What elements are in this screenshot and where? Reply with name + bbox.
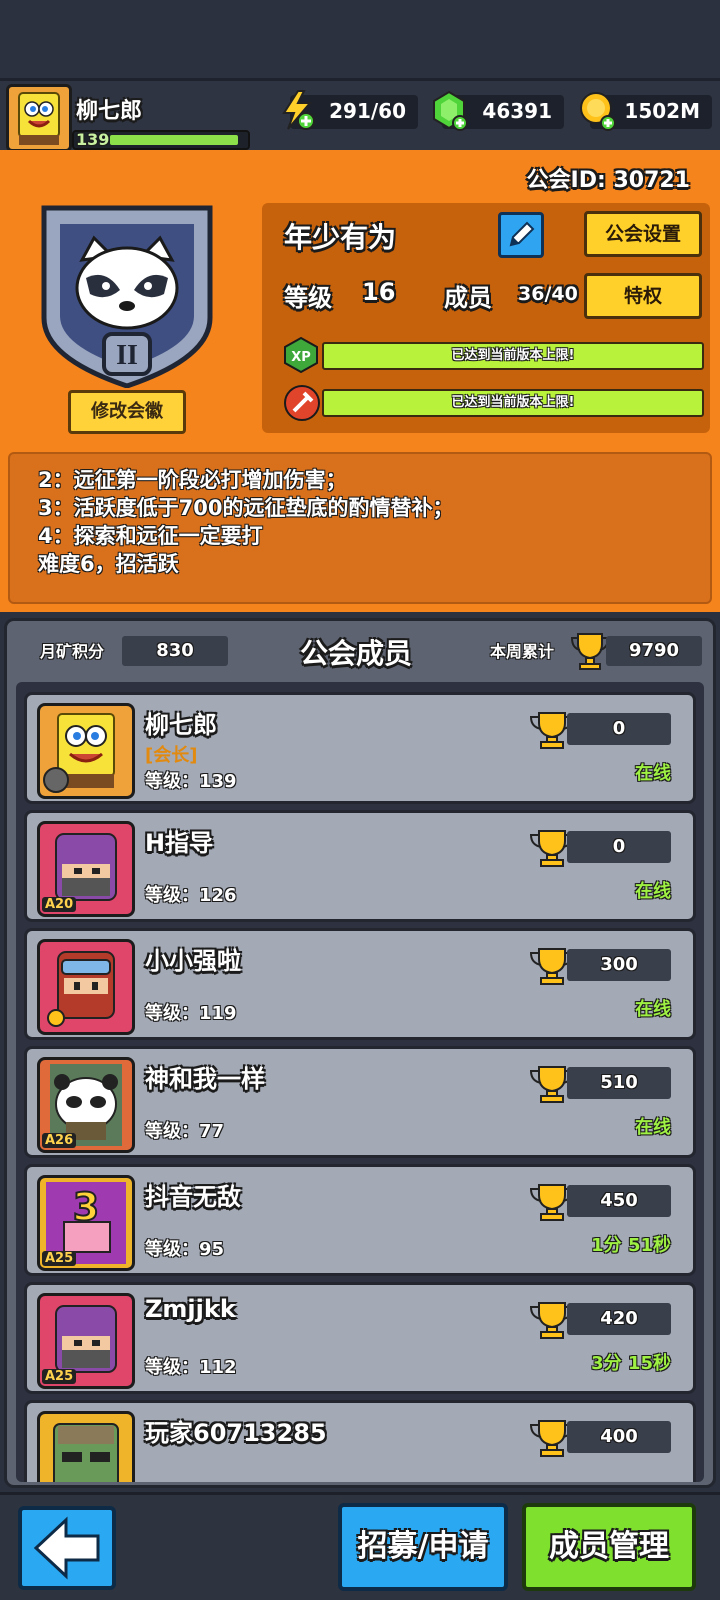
member-status: 在线 <box>635 881 671 902</box>
member-level: 等级：77 <box>145 1121 225 1142</box>
member-level: 等级：126 <box>145 885 237 906</box>
member-row[interactable]: A25 Zmjjkk 等级：112 420 3分 15秒 <box>24 1282 696 1394</box>
build-hammer-icon <box>282 383 322 423</box>
xp-badge-icon: XP <box>282 336 320 374</box>
member-level: 等级：95 <box>145 1239 225 1260</box>
back-arrow-icon <box>33 1516 100 1580</box>
member-rank-badge: A25 <box>42 1369 77 1384</box>
svg-text:XP: XP <box>291 350 311 365</box>
notice-line: 4：探索和远征一定要打 <box>38 524 263 548</box>
monthly-mine-points-label: 月矿积分 <box>40 642 105 661</box>
back-button[interactable] <box>18 1506 116 1590</box>
guild-xp-bar: 已达到当前版本上限! <box>322 342 704 370</box>
player-level-bar: 139 <box>72 130 250 150</box>
member-row[interactable]: 小小强啦 等级：119 300 在线 <box>24 928 696 1040</box>
recruit-apply-button[interactable]: 招募/申请 <box>338 1503 508 1591</box>
guild-members-label: 成员 <box>444 284 492 312</box>
guild-build-bar: 已达到当前版本上限! <box>322 389 704 417</box>
member-score: 300 <box>567 949 671 981</box>
player-xp-fill <box>110 135 238 145</box>
member-rank-badge: A20 <box>42 897 77 912</box>
member-avatar: A25 <box>37 1293 135 1389</box>
member-row[interactable]: A26 神和我一样 等级：77 510 在线 <box>24 1046 696 1158</box>
gems-counter[interactable]: 46391 <box>433 90 564 131</box>
player-name: 柳七郎 <box>76 99 143 124</box>
notice-line: 2：远征第一阶段必打增加伤害； <box>38 468 347 492</box>
gem-plus-icon <box>433 90 468 131</box>
member-row[interactable]: A20 H指导 等级：126 0 在线 <box>24 810 696 922</box>
member-rank-badge: A25 <box>42 1251 77 1266</box>
member-rank-badge: A26 <box>42 1133 77 1148</box>
member-avatar: A26 <box>37 1057 135 1153</box>
member-score: 420 <box>567 1303 671 1335</box>
notice-line: 3：活跃度低于700的远征垫底的酌情替补； <box>38 496 454 520</box>
member-avatar <box>37 939 135 1035</box>
member-score: 0 <box>567 713 671 745</box>
guild-notice: 2：远征第一阶段必打增加伤害； 3：活跃度低于700的远征垫底的酌情替补； 4：… <box>8 452 712 604</box>
member-level: 等级：139 <box>145 771 237 792</box>
member-avatar: 3 A25 <box>37 1175 135 1271</box>
member-score: 510 <box>567 1067 671 1099</box>
member-name: 小小强啦 <box>145 947 241 975</box>
energy-value: 291/60 <box>329 99 406 123</box>
gems-value: 46391 <box>482 99 552 123</box>
raccoon-shield-icon: II <box>41 205 213 389</box>
member-row[interactable]: 3 A25 抖音无敌 等级：95 450 1分 51秒 <box>24 1164 696 1276</box>
member-name: 抖音无敌 <box>145 1183 241 1211</box>
svg-text:II: II <box>116 340 138 371</box>
member-name: 玩家60713285 <box>145 1419 327 1447</box>
member-level: 等级：112 <box>145 1357 237 1378</box>
privilege-button[interactable]: 特权 <box>584 273 702 319</box>
guild-level-label: 等级 <box>284 284 332 312</box>
weekly-total-value: 9790 <box>606 636 702 666</box>
zombie-avatar-icon <box>53 1423 119 1482</box>
weekly-total-label: 本周累计 <box>490 642 555 661</box>
lightning-plus-icon <box>282 90 315 130</box>
guild-name: 年少有为 <box>284 221 397 254</box>
guild-level-value: 16 <box>362 278 396 306</box>
member-score: 0 <box>567 831 671 863</box>
member-list[interactable]: 柳七郎 [会长] 等级：139 0 在线 A20 H指导 等级：126 0 在线 <box>16 682 704 1482</box>
member-role: [会长] <box>145 745 198 766</box>
member-name: H指导 <box>145 829 214 857</box>
member-name: Zmjjkk <box>145 1295 236 1323</box>
member-status: 在线 <box>635 999 671 1020</box>
sponge-avatar-icon <box>18 92 60 145</box>
coin-plus-icon <box>580 92 616 131</box>
sponge-avatar-icon <box>43 713 115 793</box>
guild-emblem: II <box>34 198 220 389</box>
member-management-button[interactable]: 成员管理 <box>522 1503 696 1591</box>
member-status: 在线 <box>635 763 671 784</box>
notice-line: 难度6，招活跃 <box>38 552 179 576</box>
svg-text:3: 3 <box>73 1185 99 1229</box>
guild-settings-button[interactable]: 公会设置 <box>584 211 702 257</box>
player-avatar[interactable] <box>6 84 72 152</box>
gold-value: 1502M <box>624 99 700 123</box>
energy-counter[interactable]: 291/60 <box>282 90 418 130</box>
member-row[interactable]: 玩家60713285 400 <box>24 1400 696 1482</box>
edit-emblem-button[interactable]: 修改会徽 <box>68 390 186 434</box>
member-avatar <box>37 1411 135 1482</box>
member-status: 1分 51秒 <box>591 1235 671 1256</box>
guild-members-count: 36/40 <box>518 283 578 305</box>
member-avatar <box>37 703 135 799</box>
gold-counter[interactable]: 1502M <box>580 92 712 131</box>
player-level: 139 <box>76 130 110 149</box>
members-title: 公会成员 <box>300 637 413 670</box>
member-status: 在线 <box>635 1117 671 1138</box>
pencil-icon <box>509 221 535 247</box>
member-status: 3分 15秒 <box>591 1353 671 1374</box>
member-name: 神和我一样 <box>145 1065 265 1093</box>
bandit-avatar-icon <box>47 951 115 1027</box>
member-level: 等级：119 <box>145 1003 237 1024</box>
member-score: 450 <box>567 1185 671 1217</box>
rename-guild-button[interactable] <box>498 212 544 258</box>
member-avatar: A20 <box>37 821 135 917</box>
member-score: 400 <box>567 1421 671 1453</box>
member-name: 柳七郎 <box>145 711 217 739</box>
monthly-mine-points-value: 830 <box>122 636 228 666</box>
member-row[interactable]: 柳七郎 [会长] 等级：139 0 在线 <box>24 692 696 804</box>
guild-id: 公会ID: 30721 <box>526 168 690 193</box>
